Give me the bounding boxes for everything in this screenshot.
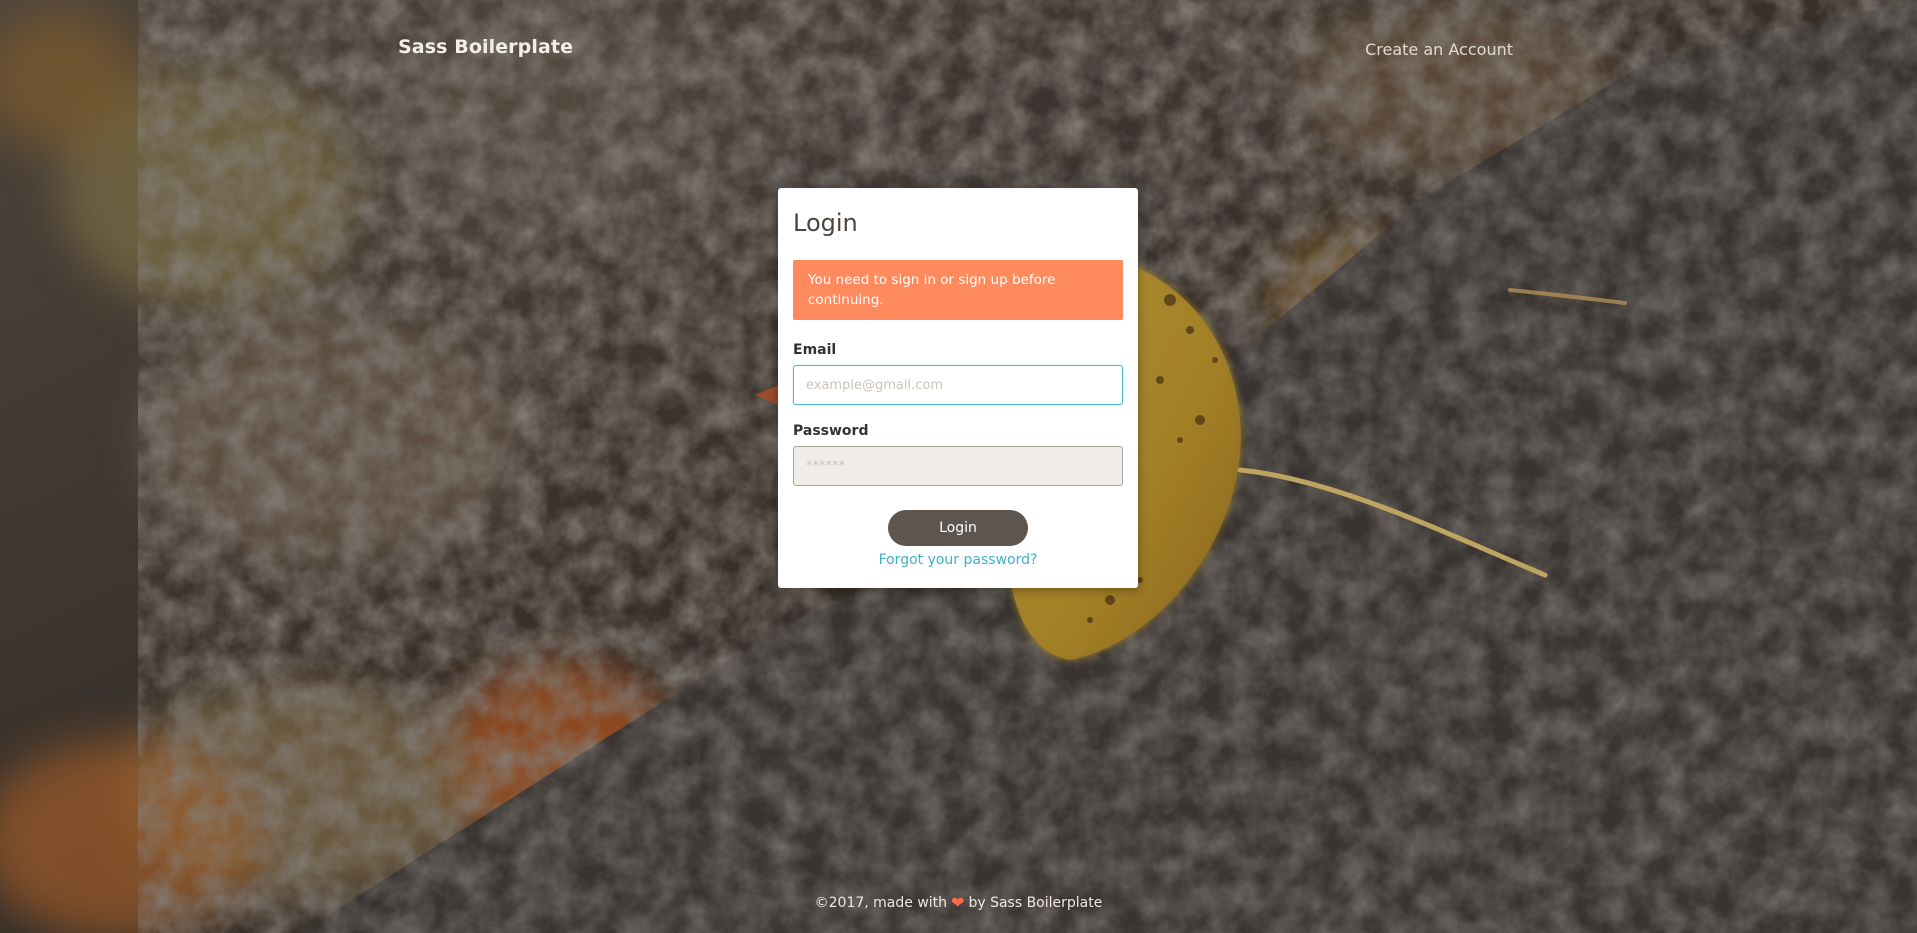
password-input[interactable] [793,446,1123,486]
password-label: Password [793,423,869,439]
login-card: Login You need to sign in or sign up bef… [778,188,1138,588]
heart-icon: ❤ [951,893,965,912]
signin-required-alert: You need to sign in or sign up before co… [793,260,1123,320]
forgot-password-link[interactable]: Forgot your password? [793,552,1123,568]
login-page: Sass Boilerplate Create an Account Login… [0,0,1917,933]
login-title: Login [793,209,858,237]
top-navigation: Sass Boilerplate Create an Account [0,0,1917,100]
email-input[interactable] [793,365,1123,405]
footer-suffix: by Sass Boilerplate [968,895,1103,911]
brand-logo-link[interactable]: Sass Boilerplate [398,36,573,58]
create-account-link[interactable]: Create an Account [1365,40,1513,59]
footer: ©2017, made with ❤ by Sass Boilerplate [0,893,1917,912]
footer-prefix: ©2017, made with [814,895,948,911]
login-button[interactable]: Login [888,510,1028,546]
email-label: Email [793,342,837,358]
